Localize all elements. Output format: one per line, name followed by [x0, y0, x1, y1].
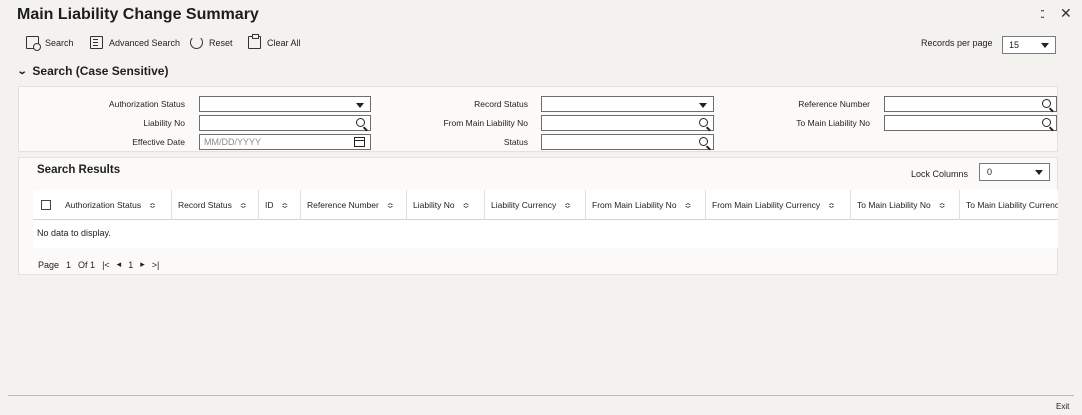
sort-icon: ≎ — [149, 200, 156, 210]
column-header-label: Liability No — [413, 200, 455, 210]
chevron-down-icon — [1035, 170, 1043, 175]
magnifier-icon[interactable] — [1042, 118, 1051, 127]
reset-icon — [190, 36, 203, 49]
column-header[interactable]: From Main Liability Currency ≎ — [706, 190, 851, 220]
record-status-select[interactable] — [541, 96, 714, 112]
resize-icon[interactable]: ⁚⁚ — [1040, 8, 1045, 21]
to-main-liability-no-field[interactable] — [884, 115, 1057, 131]
to-main-liability-no-label: To Main Liability No — [796, 118, 870, 128]
calendar-icon[interactable] — [354, 137, 365, 147]
search-results-heading: Search Results — [37, 164, 121, 176]
search-section-heading: Search (Case Sensitive) — [32, 64, 169, 78]
column-header[interactable]: Liability No ≎ — [407, 190, 485, 220]
column-header[interactable]: To Main Liability No ≎ — [851, 190, 960, 220]
column-header-label: Record Status — [178, 200, 232, 210]
chevron-down-icon — [699, 103, 707, 108]
select-all-checkbox[interactable] — [41, 200, 51, 210]
sort-icon: ≎ — [239, 200, 247, 210]
column-header[interactable]: ID ≎ — [259, 190, 301, 220]
clear-all-button[interactable]: Clear All — [248, 34, 301, 49]
records-per-page-label: Records per page — [921, 38, 993, 48]
column-header-label: Authorization Status — [65, 200, 142, 210]
next-page-button[interactable]: ▸ — [140, 259, 145, 270]
first-page-button[interactable]: |< — [102, 260, 110, 270]
reference-number-field[interactable] — [884, 96, 1057, 112]
status-field[interactable] — [541, 134, 714, 150]
column-header[interactable]: Authorization Status ≎ — [59, 190, 172, 220]
empty-table-message: No data to display. — [37, 228, 111, 238]
column-header-label: To Main Liability No — [857, 200, 931, 210]
column-header[interactable]: Record Status ≎ — [172, 190, 259, 220]
from-main-liability-no-label: From Main Liability No — [443, 118, 528, 128]
sort-icon: ≎ — [386, 200, 394, 210]
records-per-page-select[interactable]: 15 — [1002, 36, 1056, 54]
effective-date-placeholder: MM/DD/YYYY — [204, 137, 262, 147]
records-per-page-value: 15 — [1009, 40, 1020, 50]
results-table-header: Authorization Status ≎ Record Status ≎ ID ≎… — [33, 190, 1058, 220]
column-header[interactable]: Reference Number ≎ — [301, 190, 407, 220]
chevron-down-icon: ⌄ — [16, 65, 28, 77]
sort-icon: ≎ — [564, 200, 571, 210]
effective-date-label: Effective Date — [132, 137, 185, 147]
results-table: Authorization Status ≎ Record Status ≎ ID ≎… — [33, 190, 1058, 248]
chevron-down-icon — [1041, 43, 1049, 48]
effective-date-field[interactable]: MM/DD/YYYY — [199, 134, 371, 150]
sort-icon: ≎ — [938, 200, 946, 210]
close-icon[interactable]: ✕ — [1060, 5, 1072, 22]
chevron-down-icon — [356, 103, 364, 108]
reset-button[interactable]: Reset — [190, 36, 233, 49]
lock-columns-label: Lock Columns — [911, 169, 969, 179]
column-header-label: From Main Liability No — [592, 200, 677, 210]
page-title: Main Liability Change Summary — [17, 6, 259, 23]
last-page-button[interactable]: >| — [152, 260, 160, 270]
search-button-label: Search — [45, 37, 74, 48]
footer-divider — [8, 395, 1074, 396]
current-page: 1 — [128, 259, 134, 270]
select-all-cell — [33, 190, 59, 220]
column-header-label: Liability Currency — [491, 200, 557, 210]
magnifier-icon[interactable] — [699, 137, 708, 146]
sort-icon: ≎ — [684, 200, 692, 210]
lock-columns-value: 0 — [987, 167, 993, 177]
record-status-label: Record Status — [474, 99, 528, 109]
column-header-label: From Main Liability Currency — [712, 200, 821, 210]
page-of-label: Of 1 — [78, 259, 96, 270]
from-main-liability-no-field[interactable] — [541, 115, 714, 131]
column-header[interactable]: From Main Liability No ≎ — [586, 190, 706, 220]
advanced-search-label: Advanced Search — [109, 37, 181, 48]
sort-icon: ≎ — [462, 200, 470, 210]
status-label: Status — [503, 137, 528, 147]
previous-page-button[interactable]: ◂ — [117, 259, 122, 270]
liability-no-label: Liability No — [143, 118, 185, 128]
sort-icon: ≎ — [828, 200, 835, 210]
authorization-status-label: Authorization Status — [108, 99, 185, 109]
exit-button[interactable]: Exit — [1056, 402, 1069, 411]
advanced-search-button[interactable]: Advanced Search — [90, 36, 180, 49]
magnifier-icon[interactable] — [699, 118, 708, 127]
reference-number-label: Reference Number — [798, 99, 870, 109]
column-header-label: To Main Liability Currency — [966, 200, 1058, 210]
search-icon — [26, 36, 41, 51]
clear-all-label: Clear All — [267, 37, 301, 48]
column-header-label: Reference Number — [307, 200, 379, 210]
page-number-input[interactable]: 1 — [66, 260, 71, 270]
page-label: Page — [38, 259, 60, 270]
authorization-status-select[interactable] — [199, 96, 371, 112]
search-button[interactable]: Search — [26, 36, 74, 51]
pagination: Page 1 Of 1 |< ◂ 1 ▸ >| — [38, 259, 159, 270]
reset-label: Reset — [209, 37, 233, 48]
magnifier-icon[interactable] — [1042, 99, 1051, 108]
liability-no-field[interactable] — [199, 115, 371, 131]
column-header[interactable]: To Main Liability Currency — [960, 190, 1058, 220]
search-section-toggle[interactable]: ⌄ Search (Case Sensitive) — [16, 64, 169, 78]
column-header[interactable]: Liability Currency ≎ — [485, 190, 586, 220]
magnifier-icon[interactable] — [356, 118, 365, 127]
advanced-search-icon — [90, 36, 103, 49]
clear-all-icon — [248, 34, 261, 49]
sort-icon: ≎ — [281, 200, 289, 210]
lock-columns-select[interactable]: 0 — [979, 163, 1050, 181]
column-header-label: ID — [265, 200, 274, 210]
